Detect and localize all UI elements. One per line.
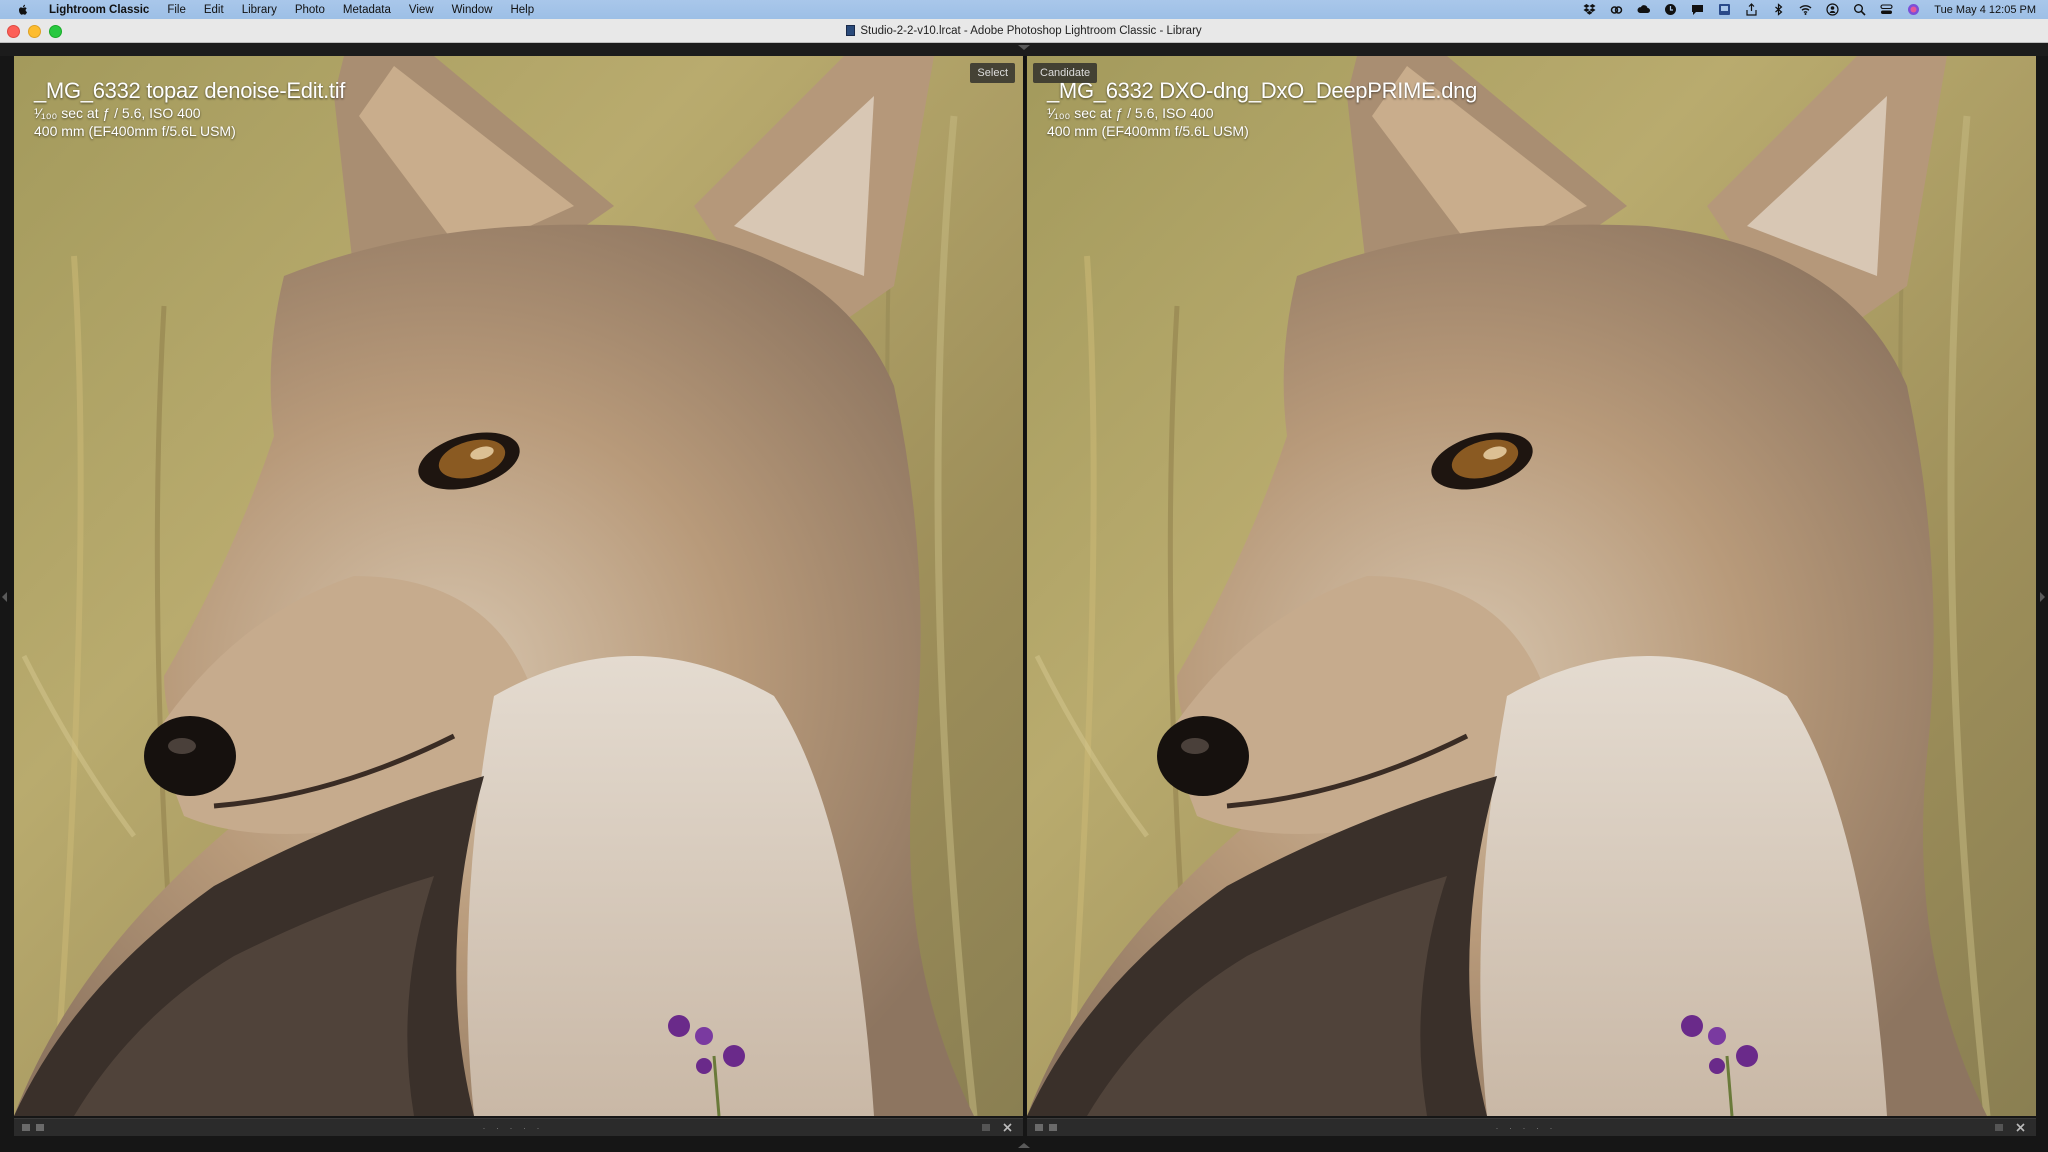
menu-metadata[interactable]: Metadata [334,4,400,16]
clock-text[interactable]: Tue May 4 12:05 PM [1934,4,2036,16]
candidate-photo-pane[interactable]: _MG_6332 DXO-dng_DxO_DeepPRIME.dng ¹⁄₁₀₀… [1027,56,2036,1116]
close-window-button[interactable] [7,25,20,38]
wifi-icon[interactable] [1799,3,1812,16]
show-top-panel-arrow-icon[interactable] [1018,45,1030,50]
show-left-panel-arrow-icon[interactable] [2,592,7,602]
menu-file[interactable]: File [158,4,195,16]
candidate-photo-image[interactable] [1027,56,2036,1116]
menu-library[interactable]: Library [233,4,286,16]
dropbox-icon[interactable] [1583,3,1596,16]
menu-bar: Lightroom Classic File Edit Library Phot… [0,0,2048,19]
menu-help[interactable]: Help [501,4,543,16]
reject-flag-icon[interactable] [1049,1124,1057,1131]
minimize-window-button[interactable] [28,25,41,38]
pick-flag-icon[interactable] [22,1124,30,1131]
select-tag-label: Select [970,63,1015,83]
menu-window[interactable]: Window [443,4,502,16]
chat-icon[interactable] [1691,3,1704,16]
bluetooth-icon[interactable] [1772,3,1785,16]
menu-app-name[interactable]: Lightroom Classic [40,4,158,16]
candidate-photo-info-overlay: _MG_6332 DXO-dng_DxO_DeepPRIME.dng ¹⁄₁₀₀… [1047,78,1477,140]
cloud-icon[interactable] [1637,3,1651,16]
select-lens-info: 400 mm (EF400mm f/5.6L USM) [34,123,236,139]
candidate-lens-info: 400 mm (EF400mm f/5.6L USM) [1047,123,1249,139]
reject-flag-icon[interactable] [36,1124,44,1131]
select-exposure-info: ¹⁄₁₀₀ sec at ƒ / 5.6, ISO 400 [34,105,201,121]
window-titlebar: Studio-2-2-v10.lrcat - Adobe Photoshop L… [0,19,2048,43]
candidate-flag-controls [1035,1124,1057,1131]
color-label-icon[interactable] [1995,1124,2003,1131]
document-icon [846,25,856,36]
select-filename: _MG_6332 topaz denoise-Edit.tif [34,78,346,103]
pane-divider [1023,56,1026,1116]
pick-flag-icon[interactable] [1035,1124,1043,1131]
control-center-icon[interactable] [1880,3,1893,16]
creative-cloud-icon[interactable] [1610,3,1623,16]
search-icon[interactable] [1853,3,1866,16]
close-icon[interactable] [2015,1122,2026,1133]
siri-icon[interactable] [1907,3,1920,16]
color-label-icon[interactable] [982,1124,990,1131]
candidate-filename: _MG_6332 DXO-dng_DxO_DeepPRIME.dng [1047,78,1478,103]
clock-icon[interactable] [1664,3,1677,16]
screen-icon[interactable] [1718,3,1731,16]
show-right-panel-arrow-icon[interactable] [2040,592,2045,602]
select-photo-image[interactable] [14,56,1023,1116]
candidate-photo-toolbar: · · · · · [1027,1118,2036,1136]
select-photo-info-overlay: _MG_6332 topaz denoise-Edit.tif ¹⁄₁₀₀ se… [34,78,345,140]
candidate-exposure-info: ¹⁄₁₀₀ sec at ƒ / 5.6, ISO 400 [1047,105,1214,121]
select-photo-pane[interactable]: _MG_6332 topaz denoise-Edit.tif ¹⁄₁₀₀ se… [14,56,1023,1116]
candidate-tag-label: Candidate [1033,63,1098,83]
share-icon[interactable] [1745,3,1758,16]
select-flag-controls [22,1124,44,1131]
select-photo-toolbar: · · · · · [14,1118,1023,1136]
candidate-rating-dots[interactable]: · · · · · [1496,1123,1557,1133]
apple-icon[interactable] [16,3,30,17]
zoom-window-button[interactable] [49,25,62,38]
menu-view[interactable]: View [400,4,443,16]
user-icon[interactable] [1826,3,1839,16]
menu-edit[interactable]: Edit [195,4,233,16]
window-controls [7,25,62,38]
show-filmstrip-arrow-icon[interactable] [1018,1143,1030,1148]
close-icon[interactable] [1002,1122,1013,1133]
menu-photo[interactable]: Photo [286,4,334,16]
select-rating-dots[interactable]: · · · · · [483,1123,544,1133]
window-title: Studio-2-2-v10.lrcat - Adobe Photoshop L… [860,24,1202,37]
